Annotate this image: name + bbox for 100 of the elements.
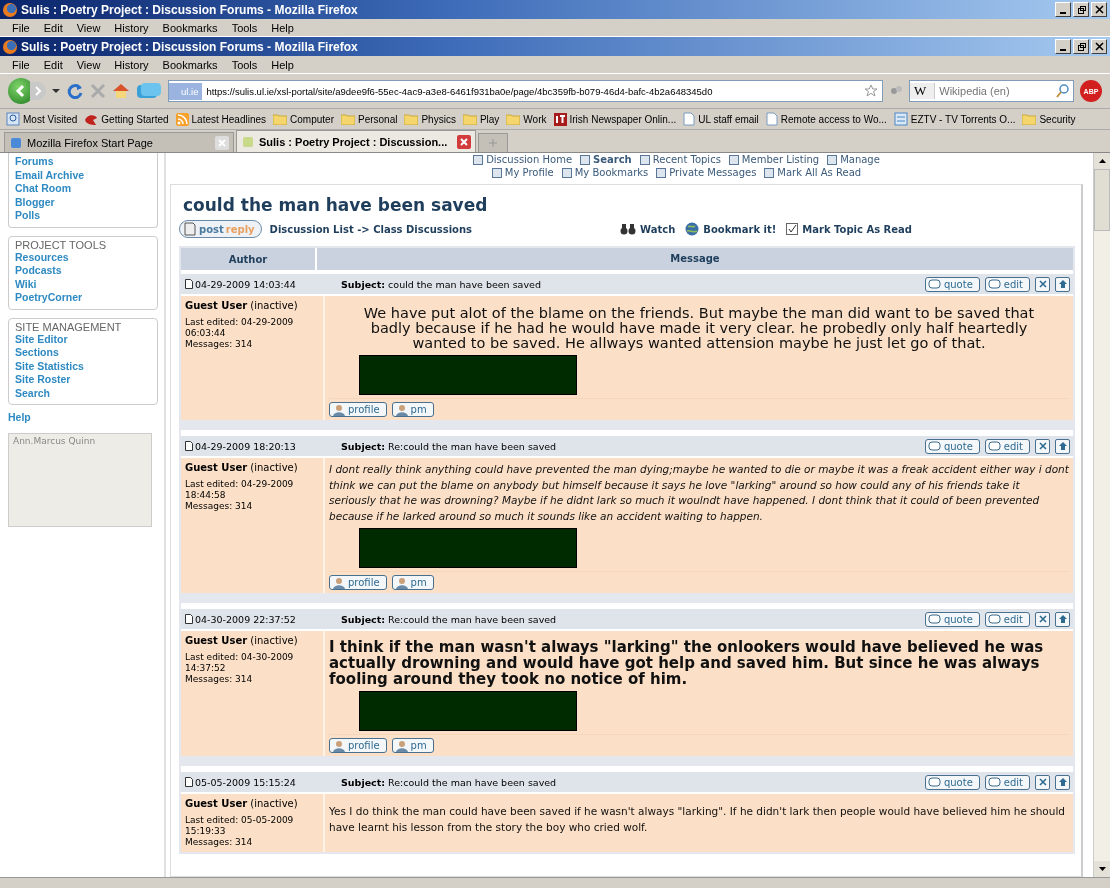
folder-icon bbox=[273, 113, 288, 125]
menu-item[interactable]: Help bbox=[267, 58, 300, 71]
scroll-up-icon[interactable] bbox=[1098, 159, 1106, 163]
bookmark-item[interactable]: Remote access to Wo... bbox=[765, 112, 887, 126]
menu-item[interactable]: File bbox=[8, 21, 36, 34]
breadcrumb-link[interactable]: Discussion List -> Class Discussions bbox=[269, 223, 473, 235]
bookmark-item[interactable]: Physics bbox=[404, 113, 456, 125]
sidebar-link[interactable]: Wiki bbox=[15, 277, 151, 291]
bookmark-item[interactable]: Getting Started bbox=[84, 112, 169, 126]
scroll-thumb[interactable] bbox=[1094, 169, 1110, 231]
sidebar-link[interactable]: Search bbox=[15, 386, 151, 400]
restore-button[interactable] bbox=[1073, 39, 1089, 54]
forum-nav-link[interactable]: Private Messages bbox=[656, 166, 757, 179]
dropdown-caret-icon[interactable] bbox=[52, 88, 60, 94]
post-action-button[interactable]: edit bbox=[984, 611, 1030, 627]
menu-item[interactable]: View bbox=[72, 21, 107, 34]
menu-item[interactable]: Edit bbox=[39, 21, 69, 34]
scrollbar[interactable] bbox=[1093, 153, 1110, 877]
bookmark-item[interactable]: UL staff email bbox=[683, 112, 759, 126]
star-icon[interactable] bbox=[864, 84, 878, 98]
help-link[interactable]: Help bbox=[8, 411, 158, 425]
post-reply-button[interactable]: post reply bbox=[179, 220, 262, 238]
sidebar-link[interactable]: Polls bbox=[15, 209, 151, 223]
close-button[interactable] bbox=[1091, 2, 1107, 17]
reload-icon[interactable] bbox=[66, 82, 84, 100]
menu-item[interactable]: History bbox=[110, 21, 155, 34]
post-action-button[interactable]: edit bbox=[984, 276, 1030, 292]
post-action-button[interactable]: quote bbox=[924, 438, 980, 454]
browser-tab[interactable]: Sulis : Poetry Project : Discussion... bbox=[236, 130, 476, 152]
delete-icon[interactable] bbox=[1035, 611, 1050, 627]
post-action-button[interactable]: quote bbox=[924, 774, 980, 790]
search-engine-button[interactable]: W bbox=[910, 83, 936, 99]
sidebar-link[interactable]: Site Editor bbox=[15, 332, 151, 346]
menu-item[interactable]: Bookmarks bbox=[158, 58, 224, 71]
forum-nav-link[interactable]: Mark All As Read bbox=[764, 166, 862, 179]
action-icon bbox=[927, 440, 942, 452]
post-action-button[interactable]: quote bbox=[924, 611, 980, 627]
post-action-button[interactable]: quote bbox=[924, 276, 980, 292]
forum-nav-link[interactable]: My Bookmarks bbox=[561, 166, 649, 179]
user-action-button[interactable]: profile bbox=[329, 402, 387, 417]
sidebar-link[interactable]: Sections bbox=[15, 346, 151, 360]
delete-icon[interactable] bbox=[1035, 276, 1050, 292]
sidebar-link[interactable]: Podcasts bbox=[15, 264, 151, 278]
menu-item[interactable]: Help bbox=[267, 21, 300, 34]
address-bar[interactable]: ul.ie https://sulis.ul.ie/xsl-portal/site/a9dee9f6-55ec-4ac9-a3e8-6461f931ba0e/page/4bc359fb-b079-46d4-bafc-4b2a648345d0 bbox=[168, 80, 883, 102]
scroll-down-icon[interactable] bbox=[1098, 867, 1106, 871]
search-field[interactable]: W Wikipedia (en) bbox=[909, 80, 1074, 102]
bookmark-item[interactable]: Computer bbox=[273, 113, 334, 125]
bookmark-item[interactable]: Personal bbox=[340, 113, 398, 125]
user-action-button[interactable]: profile bbox=[329, 575, 387, 590]
forum-nav-link[interactable]: Manage bbox=[827, 153, 880, 166]
close-button[interactable] bbox=[1091, 39, 1107, 54]
user-action-button[interactable]: pm bbox=[391, 738, 434, 753]
post-action-button[interactable]: edit bbox=[984, 438, 1030, 454]
user-action-button[interactable]: pm bbox=[391, 402, 434, 417]
sidebar-link[interactable]: Blogger bbox=[15, 195, 151, 209]
menu-item[interactable]: History bbox=[110, 58, 155, 71]
menu-item[interactable]: Bookmarks bbox=[158, 21, 224, 34]
menu-item[interactable]: Edit bbox=[39, 58, 69, 71]
bookmark-item[interactable]: Security bbox=[1022, 113, 1076, 125]
topic-action-link[interactable]: Bookmark it! bbox=[685, 222, 777, 236]
delete-icon[interactable] bbox=[1035, 438, 1050, 454]
menu-item[interactable]: Tools bbox=[227, 21, 264, 34]
delete-icon[interactable] bbox=[1035, 774, 1050, 790]
forum-nav-link[interactable]: Member Listing bbox=[728, 153, 820, 166]
forum-nav-link[interactable]: Search bbox=[580, 153, 632, 166]
link-icon bbox=[827, 154, 838, 165]
minimize-button[interactable] bbox=[1055, 39, 1071, 54]
bookmark-item[interactable]: Most Visited bbox=[6, 112, 78, 126]
restore-button[interactable] bbox=[1073, 2, 1089, 17]
home-icon[interactable] bbox=[112, 83, 130, 99]
post-action-button[interactable]: edit bbox=[984, 774, 1030, 790]
forum-nav-link[interactable]: Recent Topics bbox=[639, 153, 721, 166]
menu-item[interactable]: View bbox=[72, 58, 107, 71]
sidebar-link[interactable]: Chat Room bbox=[15, 182, 151, 196]
post-date: 04-29-2009 14:03:44 bbox=[195, 278, 296, 290]
user-action-button[interactable]: profile bbox=[329, 738, 387, 753]
forum-nav-link[interactable]: My Profile bbox=[491, 166, 554, 179]
sidebar-link[interactable]: Site Roster bbox=[15, 373, 151, 387]
bookmark-item[interactable]: Work bbox=[506, 113, 547, 125]
browser-tab[interactable]: Mozilla Firefox Start Page bbox=[4, 132, 234, 152]
sidebar-link[interactable]: Resources bbox=[15, 250, 151, 264]
user-action-button[interactable]: pm bbox=[391, 575, 434, 590]
sidebar-link[interactable]: Forums bbox=[15, 155, 151, 169]
topic-action-link[interactable]: Watch bbox=[620, 222, 676, 236]
sidebar-link[interactable]: Site Statistics bbox=[15, 359, 151, 373]
message-count: Messages: 314 bbox=[185, 501, 254, 512]
close-tab-icon[interactable] bbox=[457, 134, 471, 149]
sidebar-link[interactable]: Email Archive bbox=[15, 168, 151, 182]
topic-action-link[interactable]: Mark Topic As Read bbox=[786, 222, 912, 236]
sidebar-link[interactable]: PoetryCorner bbox=[15, 291, 151, 305]
search-icon[interactable] bbox=[1056, 84, 1070, 98]
bookmark-item[interactable]: EZTV - TV Torrents O... bbox=[893, 112, 1016, 126]
menu-item[interactable]: Tools bbox=[227, 58, 264, 71]
minimize-button[interactable] bbox=[1055, 2, 1071, 17]
bookmark-item[interactable]: Play bbox=[462, 113, 500, 125]
menu-item[interactable]: File bbox=[8, 58, 36, 71]
bookmark-item[interactable]: Latest Headlines bbox=[175, 112, 267, 126]
forum-nav-link[interactable]: Discussion Home bbox=[473, 153, 573, 166]
bookmark-item[interactable]: Irish Newspaper Onlin... bbox=[553, 112, 677, 126]
